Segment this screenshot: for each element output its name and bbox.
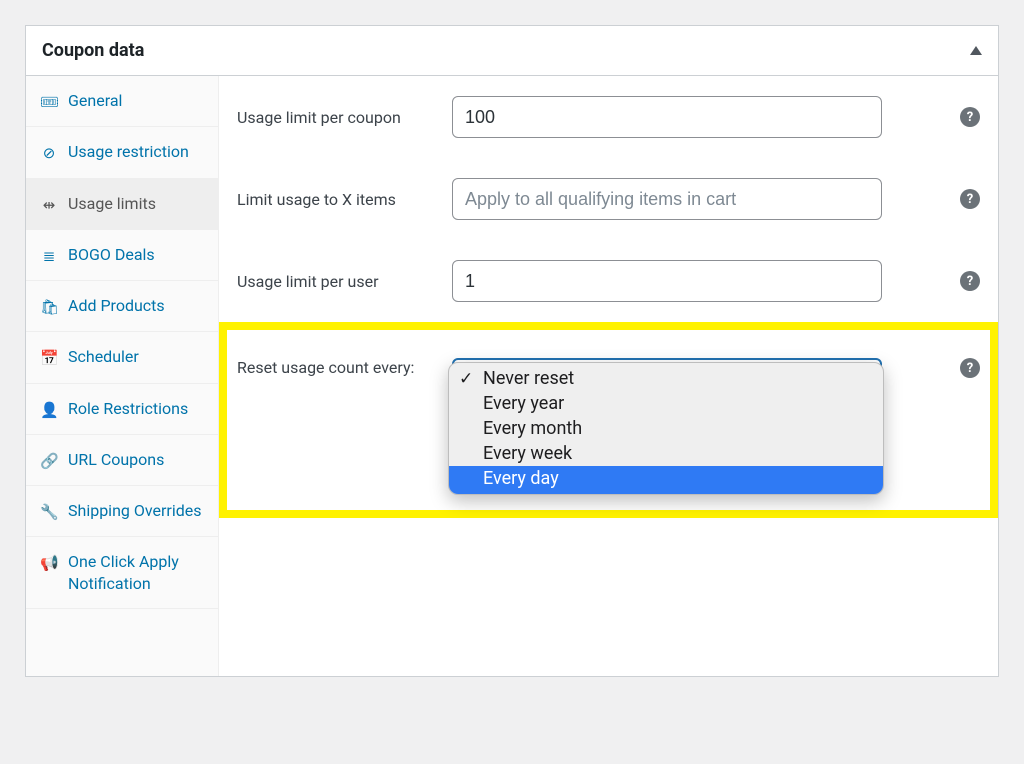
usage-limit-per-coupon-input[interactable] bbox=[452, 96, 882, 138]
collapse-icon[interactable] bbox=[970, 46, 982, 55]
dropdown-option-every-week[interactable]: Every week bbox=[449, 441, 883, 466]
sidebar-item-add-products[interactable]: 🛍 Add Products bbox=[26, 281, 218, 332]
help-icon[interactable]: ? bbox=[960, 189, 980, 209]
sidebar-item-label: BOGO Deals bbox=[68, 244, 204, 266]
field-label: Usage limit per user bbox=[237, 272, 432, 291]
panel-title: Coupon data bbox=[42, 40, 144, 61]
help-icon[interactable]: ? bbox=[960, 107, 980, 127]
sidebar-item-general[interactable]: 🎟 General bbox=[26, 76, 218, 127]
row-usage-limit-per-coupon: Usage limit per coupon ? bbox=[219, 76, 998, 158]
row-limit-usage-items: Limit usage to X items ? bbox=[219, 158, 998, 240]
field-label: Reset usage count every: bbox=[237, 358, 432, 377]
ticket-icon: 🎟 bbox=[40, 92, 58, 112]
sidebar-item-label: General bbox=[68, 90, 204, 112]
user-icon: 👤 bbox=[40, 400, 58, 420]
sidebar-item-url-coupons[interactable]: 🔗 URL Coupons bbox=[26, 435, 218, 486]
dropdown-option-every-month[interactable]: Every month bbox=[449, 416, 883, 441]
ban-icon: ⊘ bbox=[40, 143, 58, 163]
sidebar-item-label: URL Coupons bbox=[68, 449, 204, 471]
sliders-icon: ⇹ bbox=[40, 195, 58, 215]
sidebar-item-label: Role Restrictions bbox=[68, 398, 204, 420]
sidebar-item-usage-limits[interactable]: ⇹ Usage limits bbox=[26, 179, 218, 230]
row-usage-limit-per-user: Usage limit per user ? bbox=[219, 240, 998, 322]
sidebar-item-label: Shipping Overrides bbox=[68, 500, 204, 522]
row-reset-usage: Reset usage count every: Never reset Eve… bbox=[227, 330, 990, 400]
field-label: Limit usage to X items bbox=[237, 190, 432, 209]
wrench-icon: 🔧 bbox=[40, 502, 58, 522]
reset-usage-select-wrap: Never reset Every year Every month Every… bbox=[452, 358, 882, 400]
sidebar: 🎟 General ⊘ Usage restriction ⇹ Usage li… bbox=[26, 76, 219, 676]
reset-usage-dropdown: Never reset Every year Every month Every… bbox=[448, 362, 884, 495]
sidebar-item-label: Scheduler bbox=[68, 346, 204, 368]
sidebar-item-one-click-apply[interactable]: 📢 One Click Apply Notification bbox=[26, 537, 218, 609]
link-icon: 🔗 bbox=[40, 451, 58, 471]
stack-icon: ≣ bbox=[40, 246, 58, 266]
usage-limit-per-user-input[interactable] bbox=[452, 260, 882, 302]
calendar-icon: 📅 bbox=[40, 348, 58, 368]
limit-usage-items-input[interactable] bbox=[452, 178, 882, 220]
bullhorn-icon: 📢 bbox=[40, 553, 58, 573]
sidebar-item-label: Usage restriction bbox=[68, 141, 204, 163]
help-icon[interactable]: ? bbox=[960, 271, 980, 291]
dropdown-option-never-reset[interactable]: Never reset bbox=[449, 363, 883, 391]
panel-body: 🎟 General ⊘ Usage restriction ⇹ Usage li… bbox=[26, 76, 998, 676]
dropdown-option-every-year[interactable]: Every year bbox=[449, 391, 883, 416]
highlight-reset-usage: Reset usage count every: Never reset Eve… bbox=[219, 322, 998, 518]
bag-icon: 🛍 bbox=[40, 297, 58, 317]
field-label: Usage limit per coupon bbox=[237, 108, 432, 127]
sidebar-item-scheduler[interactable]: 📅 Scheduler bbox=[26, 332, 218, 383]
sidebar-item-role-restrictions[interactable]: 👤 Role Restrictions bbox=[26, 384, 218, 435]
content-area: Usage limit per coupon ? Limit usage to … bbox=[219, 76, 998, 676]
dropdown-option-every-day[interactable]: Every day bbox=[449, 466, 883, 494]
sidebar-item-label: Usage limits bbox=[68, 193, 204, 215]
panel-header[interactable]: Coupon data bbox=[26, 26, 998, 76]
sidebar-item-bogo-deals[interactable]: ≣ BOGO Deals bbox=[26, 230, 218, 281]
sidebar-item-shipping-overrides[interactable]: 🔧 Shipping Overrides bbox=[26, 486, 218, 537]
help-icon[interactable]: ? bbox=[960, 358, 980, 378]
sidebar-item-label: Add Products bbox=[68, 295, 204, 317]
sidebar-item-usage-restriction[interactable]: ⊘ Usage restriction bbox=[26, 127, 218, 178]
sidebar-item-label: One Click Apply Notification bbox=[68, 551, 204, 594]
coupon-data-panel: Coupon data 🎟 General ⊘ Usage restrictio… bbox=[25, 25, 999, 677]
